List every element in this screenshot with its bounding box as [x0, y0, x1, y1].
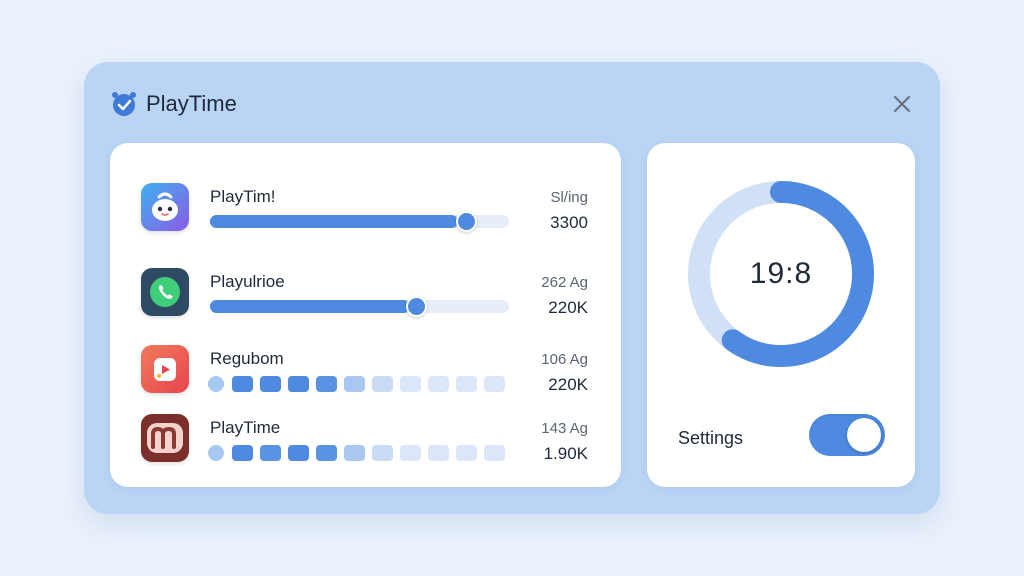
phone-call-app-icon [141, 268, 189, 316]
m-logo-app-icon [141, 414, 189, 462]
app-row[interactable]: Playulrioe 262 Ag 220K [110, 268, 621, 328]
usage-segment [288, 376, 309, 392]
usage-slider-handle[interactable] [406, 296, 427, 317]
app-stat-value: 220K [548, 375, 588, 394]
usage-segment [344, 376, 365, 392]
app-stat-label: Sl/ing [550, 189, 588, 206]
app-stat-value: 1.90K [543, 444, 588, 463]
playtime-window: PlayTime PlayTim! Sl/ing 3300 Playulrioe… [84, 62, 940, 514]
usage-segment [456, 376, 477, 392]
window-title: PlayTime [146, 91, 237, 116]
app-name: Regubom [210, 349, 284, 368]
cute-mascot-app-icon [141, 183, 189, 231]
usage-slider[interactable] [210, 211, 509, 232]
app-usage-panel: PlayTim! Sl/ing 3300 Playulrioe 262 Ag 2… [110, 143, 621, 487]
usage-segment-bar [208, 376, 513, 392]
usage-segment [260, 376, 281, 392]
usage-segment [344, 445, 365, 461]
usage-segment-bar [208, 445, 513, 461]
usage-slider-handle[interactable] [456, 211, 477, 232]
app-stat-value: 3300 [550, 213, 588, 232]
usage-segment [316, 445, 337, 461]
app-stat-label: 106 Ag [541, 351, 588, 368]
usage-segment [428, 445, 449, 461]
alarm-clock-check-icon [110, 90, 138, 118]
close-icon[interactable] [890, 92, 914, 116]
usage-segment [484, 376, 505, 392]
settings-label: Settings [678, 428, 744, 448]
app-stat-label: 143 Ag [541, 420, 588, 437]
app-row[interactable]: PlayTim! Sl/ing 3300 [110, 183, 621, 243]
settings-toggle[interactable] [809, 414, 885, 456]
timer-panel: 19:8 Settings [647, 143, 915, 487]
usage-segment [372, 376, 393, 392]
usage-segment [400, 445, 421, 461]
usage-segment [428, 376, 449, 392]
play-bag-app-icon [141, 345, 189, 393]
app-name: Playulrioe [210, 272, 285, 291]
usage-slider-fill [210, 215, 458, 228]
app-name: PlayTime [210, 418, 281, 437]
usage-segment [456, 445, 477, 461]
app-row[interactable]: Regubom 106 Ag 220K [110, 345, 621, 405]
usage-segment [208, 445, 224, 461]
usage-slider[interactable] [210, 296, 509, 317]
usage-segment [208, 376, 224, 392]
app-stat-value: 220K [548, 298, 588, 317]
toggle-knob [847, 418, 881, 452]
usage-segment [484, 445, 505, 461]
app-stat-label: 262 Ag [541, 274, 588, 291]
usage-segment [232, 376, 253, 392]
usage-segment [260, 445, 281, 461]
usage-segment [400, 376, 421, 392]
timer-display: 19:8 [749, 257, 813, 290]
usage-segment [316, 376, 337, 392]
usage-segment [232, 445, 253, 461]
usage-segment [372, 445, 393, 461]
usage-segment [288, 445, 309, 461]
usage-slider-fill [210, 300, 410, 313]
app-name: PlayTim! [210, 187, 276, 206]
app-row[interactable]: PlayTime 143 Ag 1.90K [110, 414, 621, 474]
